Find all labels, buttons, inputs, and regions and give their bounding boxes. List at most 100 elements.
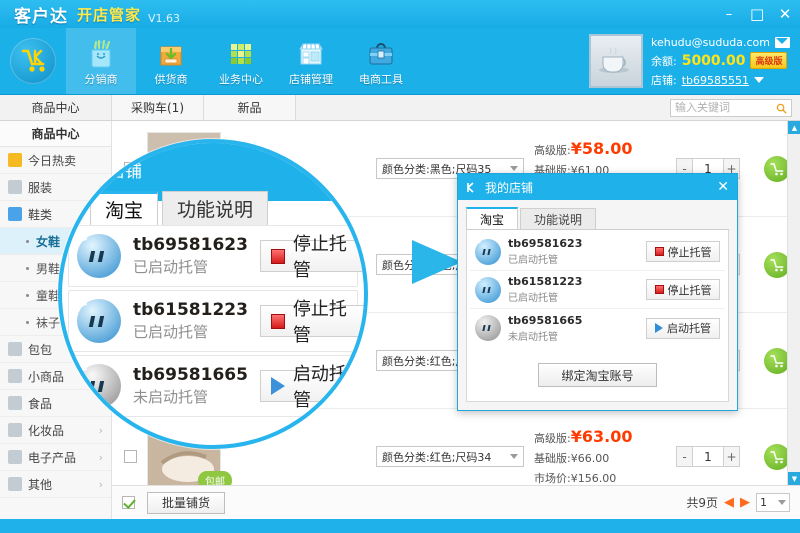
envelope-icon[interactable] bbox=[775, 37, 790, 48]
account-status: 已启动托管 bbox=[508, 293, 558, 304]
maximize-button[interactable]: □ bbox=[750, 6, 764, 22]
smallgoods-icon bbox=[8, 369, 22, 383]
avatar[interactable] bbox=[588, 34, 643, 88]
stop-square-icon bbox=[654, 247, 664, 256]
nav-items: 分销商 供货商 业务中心 店铺管理 电商工具 bbox=[66, 28, 416, 94]
batch-publish-button[interactable]: 批量铺货 bbox=[147, 491, 226, 514]
tab-purchase-cart[interactable]: 采购车(1) bbox=[112, 95, 204, 120]
qty-plus-button[interactable]: + bbox=[723, 446, 740, 467]
nav-item-distributor[interactable]: 分销商 bbox=[66, 28, 136, 94]
page-total-label: 共9页 bbox=[686, 496, 718, 510]
pagination: 共9页 ◀ ▶ 1 bbox=[686, 493, 790, 512]
tab-taobao[interactable]: 淘宝 bbox=[466, 207, 519, 229]
stop-hosting-button[interactable]: 停止托管 bbox=[646, 279, 720, 300]
stop-square-icon bbox=[270, 248, 285, 264]
button-label: 停止托管 bbox=[292, 299, 347, 346]
sku-label: 颜色分类:红色;尺码34 bbox=[382, 450, 492, 464]
play-triangle-icon bbox=[655, 323, 663, 333]
list-item: tb61581223 已启动托管 停止托管 bbox=[470, 271, 725, 309]
shop-value[interactable]: tb69585551 bbox=[682, 74, 749, 87]
tab-label: 采购车(1) bbox=[131, 101, 184, 115]
title-bar: 客户达 开店管家 V1.63 – □ ✕ bbox=[0, 0, 800, 28]
tab-feature-description[interactable]: 功能说明 bbox=[520, 208, 597, 229]
nav-item-ecommerce-tools[interactable]: 电商工具 bbox=[346, 28, 416, 94]
stop-hosting-button[interactable]: 停止托管 bbox=[259, 234, 364, 281]
next-page-button[interactable]: ▶ bbox=[740, 495, 750, 510]
taobao-avatar-offline-icon bbox=[77, 364, 121, 408]
product-center-header: 商品中心 bbox=[0, 95, 112, 120]
vertical-scrollbar[interactable]: ▲ ▼ bbox=[787, 121, 800, 485]
sku-dropdown[interactable]: 颜色分类:红色;尺码34 bbox=[376, 446, 524, 467]
other-icon bbox=[8, 477, 22, 491]
qty-value[interactable]: 1 bbox=[693, 446, 723, 467]
chevron-down-icon bbox=[510, 454, 518, 459]
dialog-title-bar: 我的店铺 ✕ bbox=[458, 174, 737, 200]
grid-squares-icon bbox=[225, 39, 257, 69]
nav-item-shop-management[interactable]: 店铺管理 bbox=[276, 28, 346, 94]
app-logo bbox=[0, 28, 66, 94]
premium-price: ¥58.00 bbox=[570, 139, 633, 158]
row-checkbox[interactable] bbox=[124, 450, 137, 463]
logo-cart-k-icon bbox=[10, 38, 56, 84]
brand-name: 客户达 bbox=[14, 6, 68, 27]
close-button[interactable]: ✕ bbox=[778, 6, 792, 22]
balance-value: 5000.00 bbox=[681, 52, 746, 69]
chevron-down-icon bbox=[778, 500, 786, 505]
add-to-cart-icon bbox=[769, 450, 783, 463]
market-price: ¥156.00 bbox=[570, 472, 617, 485]
balance-label: 余额: bbox=[650, 54, 677, 68]
search-icon[interactable] bbox=[776, 103, 787, 114]
market-price-line: 市场价:¥156.00 bbox=[534, 470, 666, 485]
account-status: 未启动托管 bbox=[508, 331, 558, 343]
chevron-right-icon: › bbox=[98, 477, 103, 491]
bind-taobao-account-button[interactable]: 绑定淘宝账号 bbox=[538, 363, 657, 387]
magnified-tab-taobao[interactable]: 淘宝 bbox=[90, 191, 159, 225]
sidebar-item-label: 其他 bbox=[28, 477, 53, 492]
food-icon bbox=[8, 396, 22, 410]
account-status: 已启动托管 bbox=[133, 258, 209, 276]
dialog-close-button[interactable]: ✕ bbox=[717, 179, 729, 195]
stop-hosting-button[interactable]: 停止托管 bbox=[646, 241, 720, 262]
taobao-avatar-online-icon bbox=[475, 276, 501, 303]
sidebar-item-electronics[interactable]: 电子产品 › bbox=[0, 444, 111, 471]
magnified-tab-feature-description[interactable]: 功能说明 bbox=[162, 191, 269, 225]
sidebar-item-label: 小商品 bbox=[28, 369, 65, 384]
qty-minus-button[interactable]: - bbox=[676, 446, 693, 467]
button-label: 停止托管 bbox=[667, 245, 712, 259]
account-name: tb69581623 bbox=[508, 237, 583, 250]
shoes-icon bbox=[8, 207, 22, 221]
start-hosting-button[interactable]: 启动托管 bbox=[646, 317, 720, 339]
magnifier-callout: 店铺 淘宝 功能说明 tb69581623 已启动托管 停止托管 tb61581… bbox=[58, 139, 368, 449]
premium-price-line: 高级版:¥58.00 bbox=[534, 139, 666, 158]
dialog-title: 我的店铺 bbox=[485, 180, 534, 195]
tab-new-products[interactable]: 新品 bbox=[204, 95, 296, 120]
nav-item-supplier[interactable]: 供货商 bbox=[136, 28, 206, 94]
start-hosting-button[interactable]: 启动托管 bbox=[259, 364, 364, 411]
status-bar bbox=[0, 519, 800, 533]
page-select[interactable]: 1 bbox=[756, 493, 790, 512]
tab-label: 淘宝 bbox=[480, 212, 505, 227]
sidebar-subitem-label: 袜子 bbox=[36, 315, 61, 330]
sidebar-item-other[interactable]: 其他 › bbox=[0, 471, 111, 498]
nav-item-business-center[interactable]: 业务中心 bbox=[206, 28, 276, 94]
chevron-down-icon[interactable] bbox=[754, 77, 764, 83]
scroll-up-button[interactable]: ▲ bbox=[788, 121, 800, 134]
sidebar-subitem-label: 女鞋 bbox=[36, 234, 61, 249]
account-text: tb61581223 已启动托管 bbox=[133, 300, 248, 342]
minimize-button[interactable]: – bbox=[722, 8, 736, 21]
dialog-body: 淘宝 功能说明 tb69581623 已启动托管 停止托管 tb61581223… bbox=[458, 200, 737, 410]
nav-label: 供货商 bbox=[154, 72, 188, 86]
clothing-icon bbox=[8, 180, 22, 194]
select-all-checkbox[interactable] bbox=[122, 496, 135, 509]
prev-page-button[interactable]: ◀ bbox=[724, 495, 734, 510]
account-name: tb69581623 bbox=[133, 235, 248, 255]
tab-label: 功能说明 bbox=[177, 199, 254, 221]
search-input[interactable] bbox=[675, 101, 787, 114]
search-box[interactable] bbox=[670, 98, 792, 117]
market-label: 市场价: bbox=[534, 472, 571, 485]
scroll-down-button[interactable]: ▼ bbox=[788, 472, 800, 485]
account-text: tb69581623 已启动托管 bbox=[133, 235, 248, 277]
add-to-cart-icon bbox=[769, 354, 783, 367]
coffee-cup-avatar-icon bbox=[598, 47, 629, 73]
stop-hosting-button[interactable]: 停止托管 bbox=[259, 299, 364, 346]
